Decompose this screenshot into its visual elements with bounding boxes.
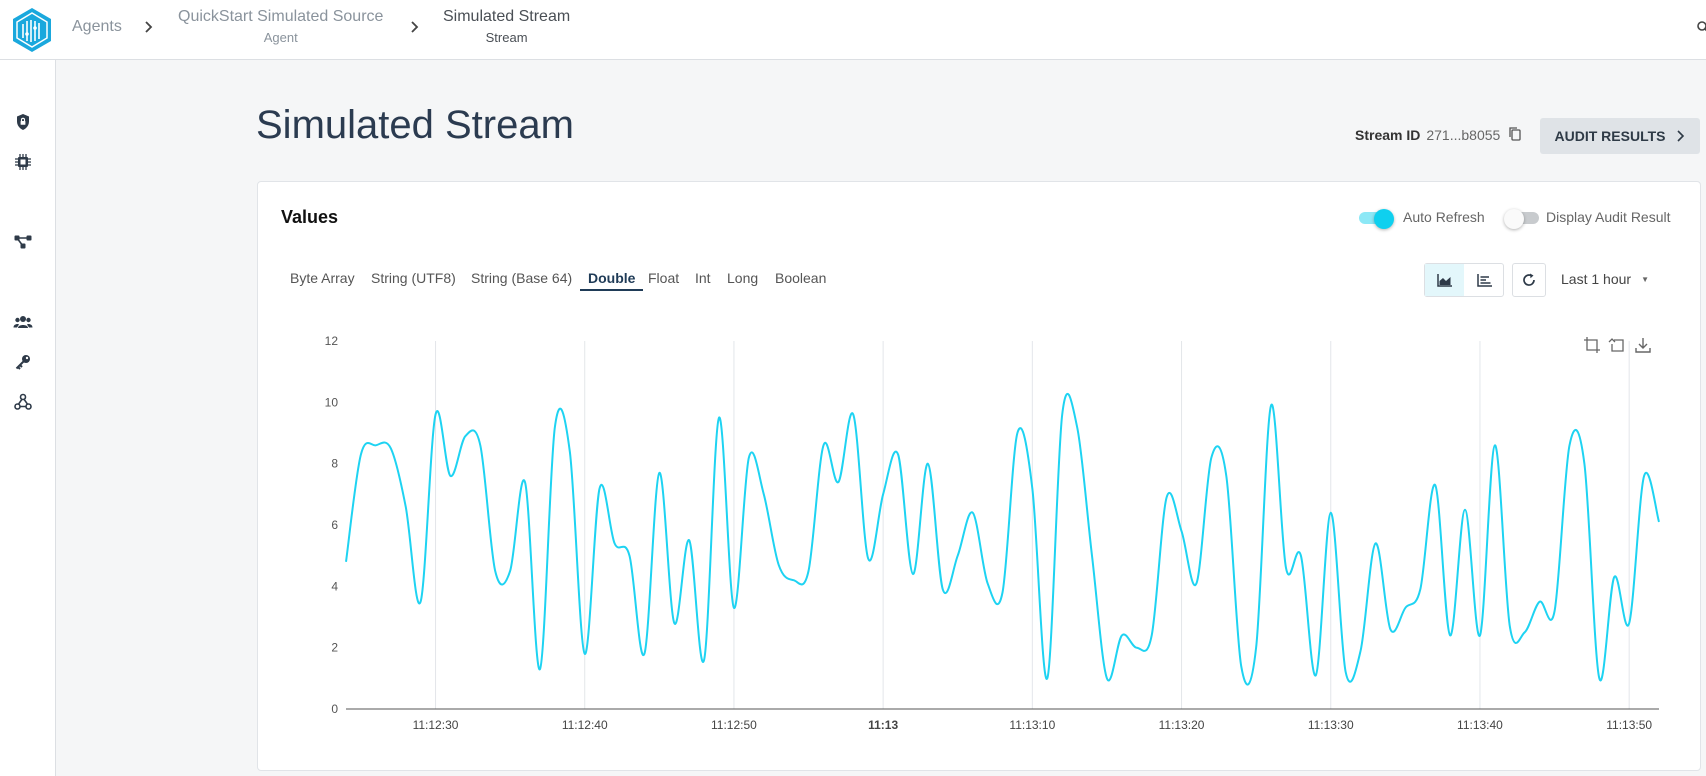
- webhook-icon[interactable]: [13, 392, 33, 412]
- area-chart-button[interactable]: [1425, 264, 1464, 296]
- users-icon[interactable]: [13, 312, 33, 332]
- y-tick-label: 4: [331, 579, 338, 593]
- x-tick-label: 11:12:50: [711, 718, 757, 732]
- x-tick-label: 11:13:40: [1457, 718, 1503, 732]
- tab-byte-array[interactable]: Byte Array: [290, 270, 355, 286]
- y-tick-label: 12: [325, 334, 339, 348]
- caret-down-icon: ▼: [1641, 275, 1649, 284]
- tab-double[interactable]: Double: [580, 270, 644, 291]
- tab-boolean[interactable]: Boolean: [775, 270, 826, 286]
- tab-long[interactable]: Long: [727, 270, 758, 286]
- search-icon[interactable]: [1696, 20, 1706, 34]
- y-tick-label: 10: [325, 395, 339, 409]
- chip-icon[interactable]: [13, 152, 33, 172]
- auto-refresh-toggle[interactable]: [1359, 209, 1394, 229]
- stream-id: Stream ID 271...b8055: [1355, 127, 1500, 143]
- auto-refresh-label: Auto Refresh: [1403, 209, 1485, 225]
- series-line: [345, 393, 1660, 686]
- bar-chart-icon: [1476, 274, 1492, 287]
- time-range-value: Last 1 hour: [1561, 271, 1632, 287]
- key-icon[interactable]: [13, 352, 33, 372]
- sidebar: [0, 60, 56, 776]
- breadcrumb-label: QuickStart Simulated Source: [178, 8, 384, 25]
- stream-id-value: 271...b8055: [1426, 127, 1501, 143]
- chart-view-toggle: [1424, 263, 1504, 297]
- display-audit-label: Display Audit Result: [1546, 209, 1671, 225]
- breadcrumb-label: Simulated Stream: [443, 8, 571, 25]
- breadcrumb-sublabel: Agent: [263, 30, 298, 45]
- x-tick-label: 11:12:40: [562, 718, 608, 732]
- app-logo[interactable]: [8, 6, 56, 54]
- chevron-right-icon: [145, 21, 153, 33]
- x-tick-label: 11:13:30: [1308, 718, 1354, 732]
- refresh-icon: [1523, 273, 1535, 286]
- bar-chart-button[interactable]: [1465, 264, 1504, 296]
- time-range-select[interactable]: Last 1 hour ▼: [1561, 271, 1649, 287]
- breadcrumb-stream: Simulated Stream Stream: [443, 8, 570, 45]
- breadcrumb-agents[interactable]: Agents: [72, 18, 122, 36]
- tab-string-utf8[interactable]: String (UTF8): [371, 270, 456, 286]
- copy-icon[interactable]: [1508, 126, 1522, 142]
- values-line-chart: 11:12:30 11:12:40 11:12:50 11:13 11:13:10 11:…: [325, 334, 1660, 732]
- audit-results-button[interactable]: AUDIT RESULTS: [1540, 118, 1700, 154]
- y-tick-label: 6: [331, 518, 338, 532]
- display-audit-toggle[interactable]: [1504, 209, 1539, 229]
- audit-results-label: AUDIT RESULTS: [1554, 128, 1666, 144]
- y-tick-label: 2: [331, 641, 338, 655]
- breadcrumb-agent[interactable]: QuickStart Simulated Source Agent: [178, 8, 383, 45]
- y-tick-label: 0: [331, 702, 338, 716]
- x-tick-label: 11:13:20: [1159, 718, 1205, 732]
- page-title: Simulated Stream: [256, 103, 574, 147]
- breadcrumb-sublabel: Stream: [485, 30, 528, 45]
- toggle-knob: [1374, 209, 1394, 229]
- tab-int[interactable]: Int: [695, 270, 711, 286]
- x-tick-label: 11:12:30: [413, 718, 459, 732]
- area-chart-icon: [1436, 274, 1452, 287]
- tab-float[interactable]: Float: [648, 270, 679, 286]
- x-tick-label: 11:13:50: [1606, 718, 1652, 732]
- x-tick-label: 11:13: [868, 718, 898, 732]
- y-tick-label: 8: [331, 457, 338, 471]
- chevron-right-icon: [1677, 130, 1685, 142]
- x-tick-label: 11:13:10: [1009, 718, 1055, 732]
- shield-lock-icon[interactable]: [13, 112, 33, 132]
- toggle-knob: [1504, 209, 1524, 229]
- chevron-right-icon: [411, 21, 419, 33]
- card-title: Values: [281, 207, 339, 227]
- tab-string-base64[interactable]: String (Base 64): [471, 270, 572, 286]
- refresh-button[interactable]: [1512, 263, 1546, 297]
- breadcrumb-label: Agents: [72, 18, 122, 35]
- top-bar: Agents QuickStart Simulated Source Agent…: [0, 0, 1706, 60]
- stream-id-label: Stream ID: [1355, 127, 1421, 143]
- share-nodes-icon[interactable]: [13, 232, 33, 252]
